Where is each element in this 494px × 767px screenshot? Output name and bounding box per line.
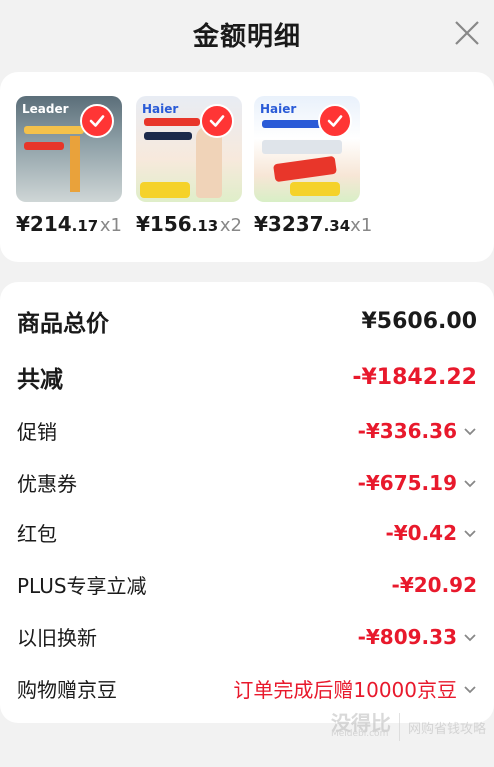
- watermark-text: 网购省钱攻略: [407, 721, 486, 737]
- quantity: x2: [219, 215, 242, 236]
- total-price-value: ¥5606.00: [361, 308, 477, 334]
- quantity: x1: [99, 215, 122, 236]
- product-price-row-2: ¥ 156 .13 x2: [136, 212, 242, 242]
- jd-beans-value: 订单完成后赠10000京豆: [233, 678, 457, 702]
- trade-in-label: 以旧换新: [17, 626, 97, 650]
- red-packet-value-wrap: -¥0.42: [385, 521, 477, 545]
- selected-check-icon: [80, 104, 114, 138]
- product-image-3[interactable]: Haier: [254, 96, 360, 202]
- red-packet-label: 红包: [17, 522, 57, 546]
- chevron-down-icon: [464, 633, 476, 641]
- chevron-down-icon: [464, 479, 476, 487]
- jd-beans-label: 购物赠京豆: [17, 678, 117, 702]
- product-brand-1: Leader: [22, 102, 69, 116]
- jd-beans-value-wrap: 订单完成后赠10000京豆: [233, 674, 477, 703]
- promotion-value: -¥336.36: [357, 418, 457, 443]
- chevron-down-icon: [464, 685, 476, 693]
- product-list: Leader ¥ 214 .17 x1 Haier ¥ 156 .13 x2 H…: [0, 72, 494, 262]
- trade-in-row[interactable]: 以旧换新 -¥809.33: [17, 622, 477, 651]
- jd-beans-row[interactable]: 购物赠京豆 订单完成后赠10000京豆: [17, 674, 477, 703]
- red-packet-row[interactable]: 红包 -¥0.42: [17, 518, 477, 547]
- product-brand-2: Haier: [142, 102, 179, 116]
- price-decimal: .34: [323, 217, 351, 235]
- product-image-detail: [144, 118, 200, 126]
- price-symbol: ¥: [16, 212, 30, 236]
- price-symbol: ¥: [254, 212, 268, 236]
- coupon-value: -¥675.19: [357, 470, 457, 495]
- product-image-1[interactable]: Leader: [16, 96, 122, 202]
- amount-summary: 商品总价 ¥5606.00 共减 -¥1842.22 促销 -¥336.36 优…: [0, 282, 494, 723]
- total-price-row: 商品总价 ¥5606.00: [17, 304, 477, 338]
- product-image-detail: [144, 132, 192, 140]
- faucet-heater-shape: [70, 136, 80, 192]
- product-image-detail: [262, 140, 342, 154]
- close-icon: [455, 21, 479, 45]
- promo-banner-shape: [273, 155, 337, 183]
- price-decimal: .17: [71, 217, 99, 235]
- product-image-detail: [24, 126, 84, 134]
- price-symbol: ¥: [136, 212, 150, 236]
- plus-discount-label: PLUS专享立减: [17, 574, 147, 598]
- close-button[interactable]: [452, 18, 482, 48]
- trade-in-value: -¥809.33: [357, 624, 457, 649]
- price-integer: 156: [149, 212, 192, 236]
- selected-check-icon: [200, 104, 234, 138]
- header: 金额明细: [0, 0, 494, 68]
- total-reduction-label: 共减: [17, 367, 63, 393]
- promotion-label: 促销: [17, 420, 57, 444]
- watermark-logo-block: 没得比 Meidebi.com: [331, 707, 391, 747]
- quantity: x1: [350, 215, 373, 236]
- watermark-sub: Meidebi.com: [330, 729, 389, 739]
- red-packet-value: -¥0.42: [385, 520, 457, 545]
- promotion-row[interactable]: 促销 -¥336.36: [17, 416, 477, 445]
- price-integer: 3237: [267, 212, 324, 236]
- price-tag-shape: [290, 182, 340, 196]
- coupon-label: 优惠券: [17, 472, 77, 496]
- product-image-2[interactable]: Haier: [136, 96, 242, 202]
- product-image-detail: [24, 142, 64, 150]
- chevron-down-icon: [464, 427, 476, 435]
- page-title: 金额明细: [192, 21, 301, 52]
- product-brand-3: Haier: [260, 102, 297, 116]
- trade-in-value-wrap: -¥809.33: [358, 625, 477, 649]
- price-tag-shape: [140, 182, 190, 198]
- price-decimal: .13: [191, 217, 219, 235]
- chevron-down-icon: [464, 529, 476, 537]
- product-price-row-3: ¥ 3237 .34 x1: [254, 212, 372, 242]
- coupon-value-wrap: -¥675.19: [358, 471, 477, 495]
- coupon-row[interactable]: 优惠券 -¥675.19: [17, 468, 477, 497]
- total-reduction-row: 共减 -¥1842.22: [17, 360, 477, 394]
- promotion-value-wrap: -¥336.36: [358, 419, 477, 443]
- plus-discount-row: PLUS专享立减 -¥20.92: [17, 570, 477, 599]
- watermark-divider: [398, 713, 400, 741]
- price-integer: 214: [29, 212, 72, 236]
- selected-check-icon: [318, 104, 352, 138]
- total-reduction-value: -¥1842.22: [352, 364, 477, 390]
- watermark: 没得比 Meidebi.com 网购省钱攻略: [331, 707, 486, 747]
- total-price-label: 商品总价: [17, 311, 109, 337]
- product-price-row-1: ¥ 214 .17 x1: [16, 212, 122, 242]
- plus-discount-value: -¥20.92: [391, 572, 477, 597]
